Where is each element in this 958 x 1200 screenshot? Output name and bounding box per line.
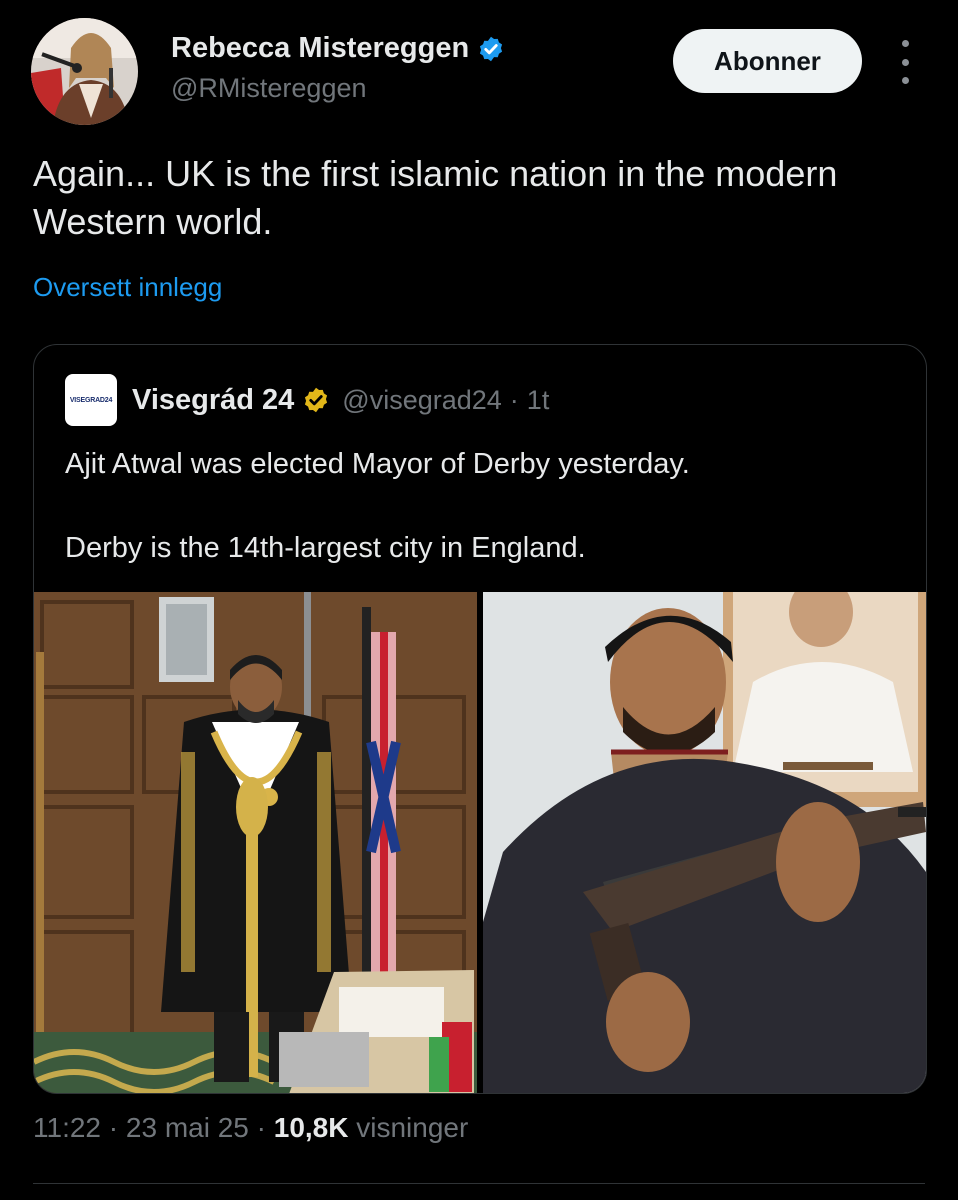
quoted-text-line-2: Derby is the 14th-largest city in Englan… [65, 532, 586, 564]
tweet-meta: 11:22 · 23 mai 25 · 10,8K visninger [33, 1112, 468, 1144]
author-name-text: Rebecca Mistereggen [171, 32, 470, 64]
tweet-header: Rebecca Mistereggen @RMistereggen Abonne… [0, 0, 958, 130]
author-handle[interactable]: @RMistereggen [171, 73, 367, 104]
meta-separator-1: · [108, 1112, 119, 1143]
meta-separator-2: · [256, 1112, 266, 1143]
tweet-text: Again... UK is the first islamic nation … [33, 153, 838, 242]
views-label: visninger [356, 1112, 469, 1143]
quoted-timestamp[interactable]: 1t [527, 385, 550, 416]
translate-post-link[interactable]: Oversett innlegg [33, 272, 222, 303]
follow-button[interactable]: Abonner [673, 29, 862, 93]
tweet-date[interactable]: 23 mai 25 [126, 1112, 249, 1143]
views-count[interactable]: 10,8K [274, 1112, 349, 1143]
quoted-text-line-1: Ajit Atwal was elected Mayor of Derby ye… [65, 448, 690, 480]
more-vertical-icon[interactable] [892, 40, 918, 84]
quoted-avatar-logo-text: VISEGRAD24 [69, 396, 113, 404]
quoted-tweet-text: Ajit Atwal was elected Mayor of Derby ye… [65, 443, 905, 569]
separator-dot: · [509, 384, 519, 415]
gold-verified-badge-icon [305, 387, 328, 413]
verified-badge-icon [480, 36, 503, 61]
quoted-tweet-header: VISEGRAD24 Visegrád 24 @visegrad24 · 1t [65, 373, 549, 427]
quoted-author-name[interactable]: Visegrád 24 [132, 384, 294, 417]
bottom-divider [33, 1183, 925, 1184]
man-with-rifle-photo[interactable] [483, 592, 926, 1093]
quoted-author-handle[interactable]: @visegrad24 [342, 385, 502, 416]
author-avatar[interactable] [31, 18, 138, 125]
quoted-tweet-card[interactable]: VISEGRAD24 Visegrád 24 @visegrad24 · 1t … [33, 344, 927, 1094]
tweet-time[interactable]: 11:22 [33, 1112, 101, 1143]
mayor-photo[interactable] [34, 592, 477, 1093]
quoted-author-avatar[interactable]: VISEGRAD24 [65, 374, 117, 426]
author-name[interactable]: Rebecca Mistereggen [171, 32, 505, 65]
